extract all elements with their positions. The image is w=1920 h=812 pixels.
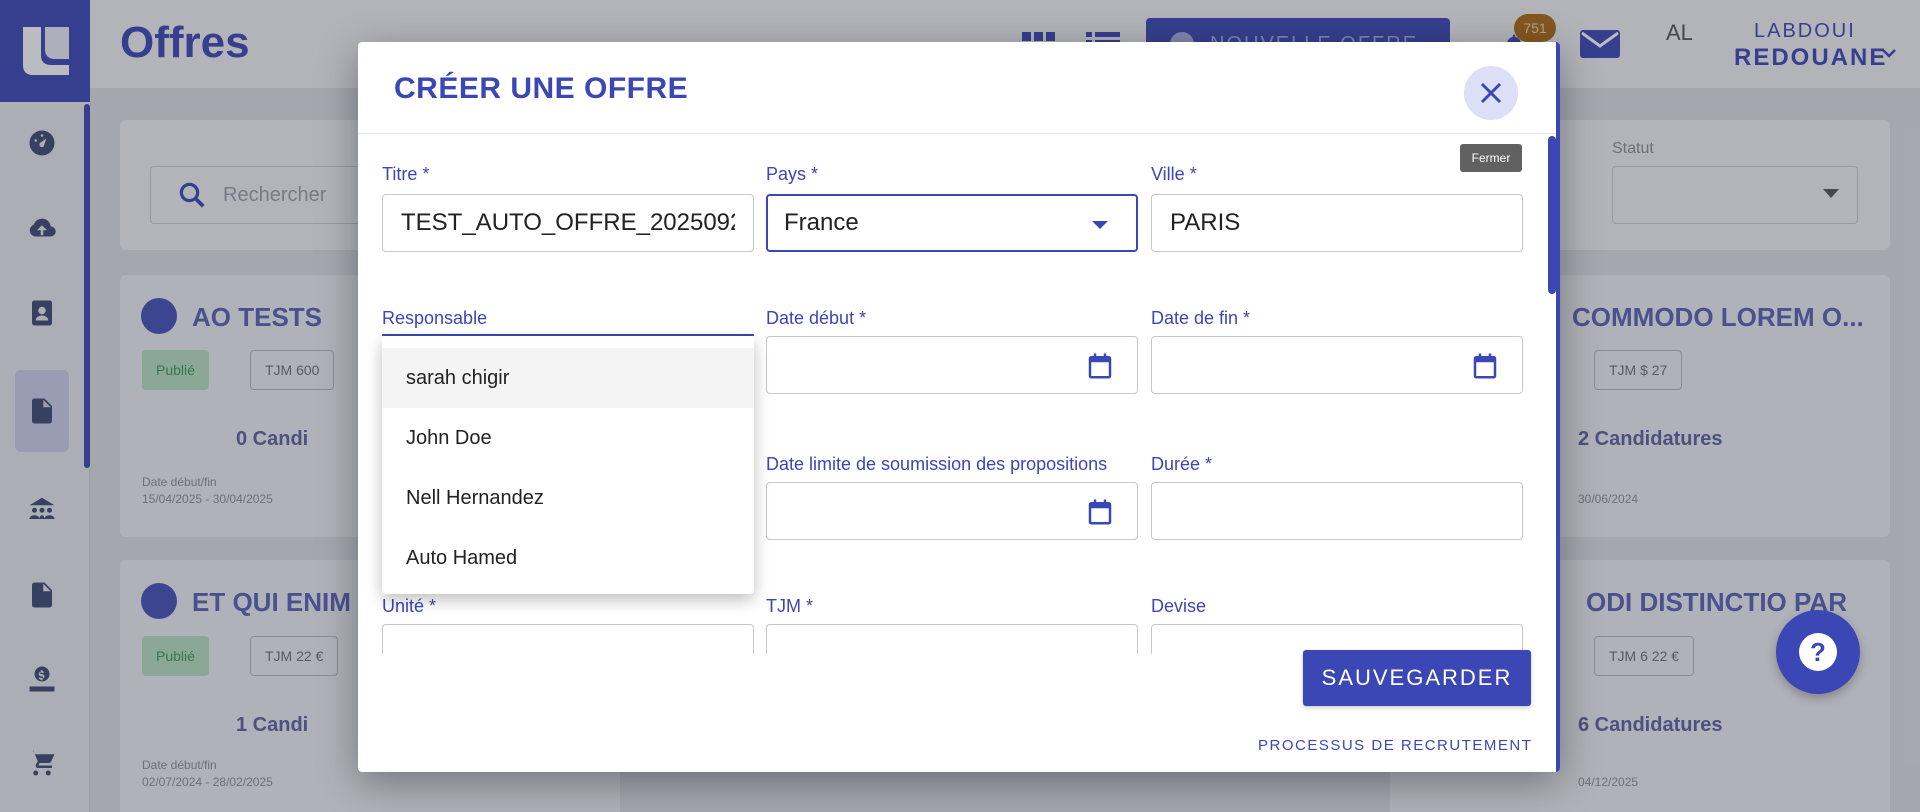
responsable-option[interactable]: Nell Hernandez xyxy=(382,468,754,528)
duree-label: Durée * xyxy=(1151,454,1213,474)
pays-select[interactable]: France xyxy=(766,194,1138,252)
date-debut-field[interactable] xyxy=(766,336,1138,394)
responsable-label: Responsable xyxy=(382,308,488,328)
tjm-label: TJM * xyxy=(766,596,813,616)
titre-label: Titre * xyxy=(382,164,430,184)
caret-down-icon xyxy=(1092,221,1108,229)
close-tooltip: Fermer xyxy=(1460,144,1522,172)
create-offer-dialog: CRÉER UNE OFFRE Fermer Titre * Pays * Fr… xyxy=(358,42,1560,772)
ville-field[interactable] xyxy=(1151,194,1523,252)
titre-input[interactable] xyxy=(401,209,735,237)
date-fin-field[interactable] xyxy=(1151,336,1523,394)
calendar-icon[interactable] xyxy=(1470,351,1500,381)
dialog-scroll-track xyxy=(1556,42,1560,772)
responsable-option[interactable]: sarah chigir xyxy=(382,348,754,408)
date-debut-label: Date début * xyxy=(766,308,867,328)
duree-field[interactable] xyxy=(1151,482,1523,540)
devise-label: Devise xyxy=(1151,596,1207,616)
date-limite-field[interactable] xyxy=(766,482,1138,540)
dialog-header: CRÉER UNE OFFRE xyxy=(358,42,1560,134)
unite-label: Unité * xyxy=(382,596,437,616)
dialog-title: CRÉER UNE OFFRE xyxy=(394,72,689,105)
pays-value: France xyxy=(784,209,859,236)
help-icon: ? xyxy=(1799,633,1837,671)
responsable-option[interactable]: John Doe xyxy=(382,408,754,468)
tjm-field[interactable] xyxy=(766,624,1138,654)
calendar-icon[interactable] xyxy=(1085,351,1115,381)
titre-field[interactable] xyxy=(382,194,754,252)
ville-label: Ville * xyxy=(1151,164,1197,184)
date-limite-label: Date limite de soumission des propositio… xyxy=(766,454,1108,474)
dialog-scrollbar[interactable] xyxy=(1548,136,1556,294)
recruitment-process-link[interactable]: PROCESSUS DE RECRUTEMENT xyxy=(1258,737,1532,754)
pays-label: Pays * xyxy=(766,164,819,184)
ville-input[interactable] xyxy=(1170,209,1504,237)
responsable-option[interactable]: Auto Hamed xyxy=(382,528,754,588)
date-fin-label: Date de fin * xyxy=(1151,308,1251,328)
help-button[interactable]: ? xyxy=(1776,610,1860,694)
close-button[interactable] xyxy=(1464,66,1518,120)
calendar-icon[interactable] xyxy=(1085,497,1115,527)
responsable-dropdown: sarah chigir John Doe Nell Hernandez Aut… xyxy=(382,336,754,594)
save-button[interactable]: SAUVEGARDER xyxy=(1303,650,1531,706)
close-icon xyxy=(1480,82,1502,104)
unite-field[interactable] xyxy=(382,624,754,654)
